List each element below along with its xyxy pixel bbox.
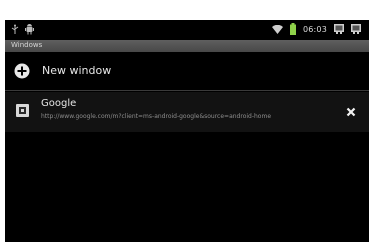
title-bar: Windows [5, 40, 369, 52]
usb-icon [11, 24, 19, 34]
status-bar: 06:03 [5, 20, 369, 40]
tab-title: Google [41, 98, 77, 109]
tab-url: http://www.google.com/m?client=ms-androi… [41, 113, 272, 120]
screen: 06:03 Windows New window Google http://w… [5, 20, 369, 242]
signal-icon [334, 24, 344, 34]
clock: 06:03 [302, 24, 327, 34]
wifi-icon [271, 24, 283, 34]
notification-icon [351, 24, 361, 34]
battery-icon [289, 23, 296, 35]
plus-circle-icon [14, 63, 30, 79]
close-tab-button[interactable] [343, 104, 359, 120]
google-favicon [16, 104, 29, 117]
divider [5, 90, 369, 91]
new-window-label: New window [42, 64, 112, 77]
close-icon [346, 107, 356, 117]
page-title: Windows [11, 41, 43, 49]
android-debug-icon [25, 24, 34, 35]
tab-item[interactable]: Google http://www.google.com/m?client=ms… [5, 92, 369, 132]
new-window-button[interactable]: New window [5, 55, 369, 89]
